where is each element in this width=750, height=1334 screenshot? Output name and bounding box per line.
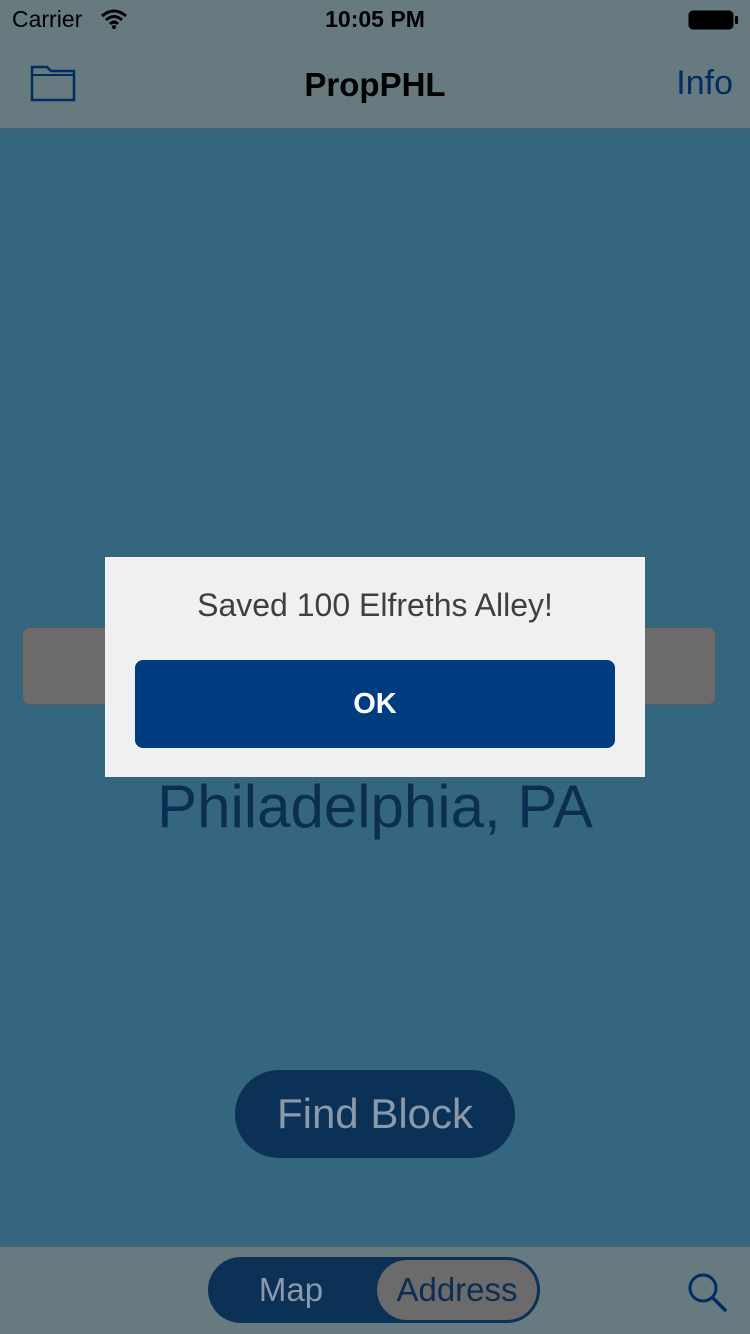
find-block-button[interactable]: Find Block	[235, 1070, 515, 1158]
segment-map[interactable]: Map	[208, 1257, 374, 1323]
city-label: Philadelphia, PA	[157, 773, 593, 840]
battery-icon	[688, 10, 738, 30]
status-time: 10:05 PM	[325, 6, 425, 32]
alert-message: Saved 100 Elfreths Alley!	[197, 587, 553, 623]
alert-dialog: Saved 100 Elfreths Alley! OK	[105, 557, 645, 777]
segment-address[interactable]: Address	[377, 1260, 537, 1320]
bottom-toolbar: Map Address	[0, 1246, 750, 1334]
app-screen: Carrier 10:05 PM PropPHL Info Philadelph…	[0, 0, 750, 1334]
folder-icon[interactable]	[30, 62, 76, 102]
page-title: PropPHL	[304, 66, 446, 103]
status-bar: Carrier 10:05 PM	[0, 0, 750, 40]
navigation-bar: PropPHL Info	[0, 40, 750, 129]
alert-ok-button[interactable]: OK	[135, 660, 615, 748]
map-address-segmented-control: Map Address	[208, 1257, 540, 1323]
info-button[interactable]: Info	[676, 64, 733, 103]
search-icon[interactable]	[686, 1271, 728, 1313]
